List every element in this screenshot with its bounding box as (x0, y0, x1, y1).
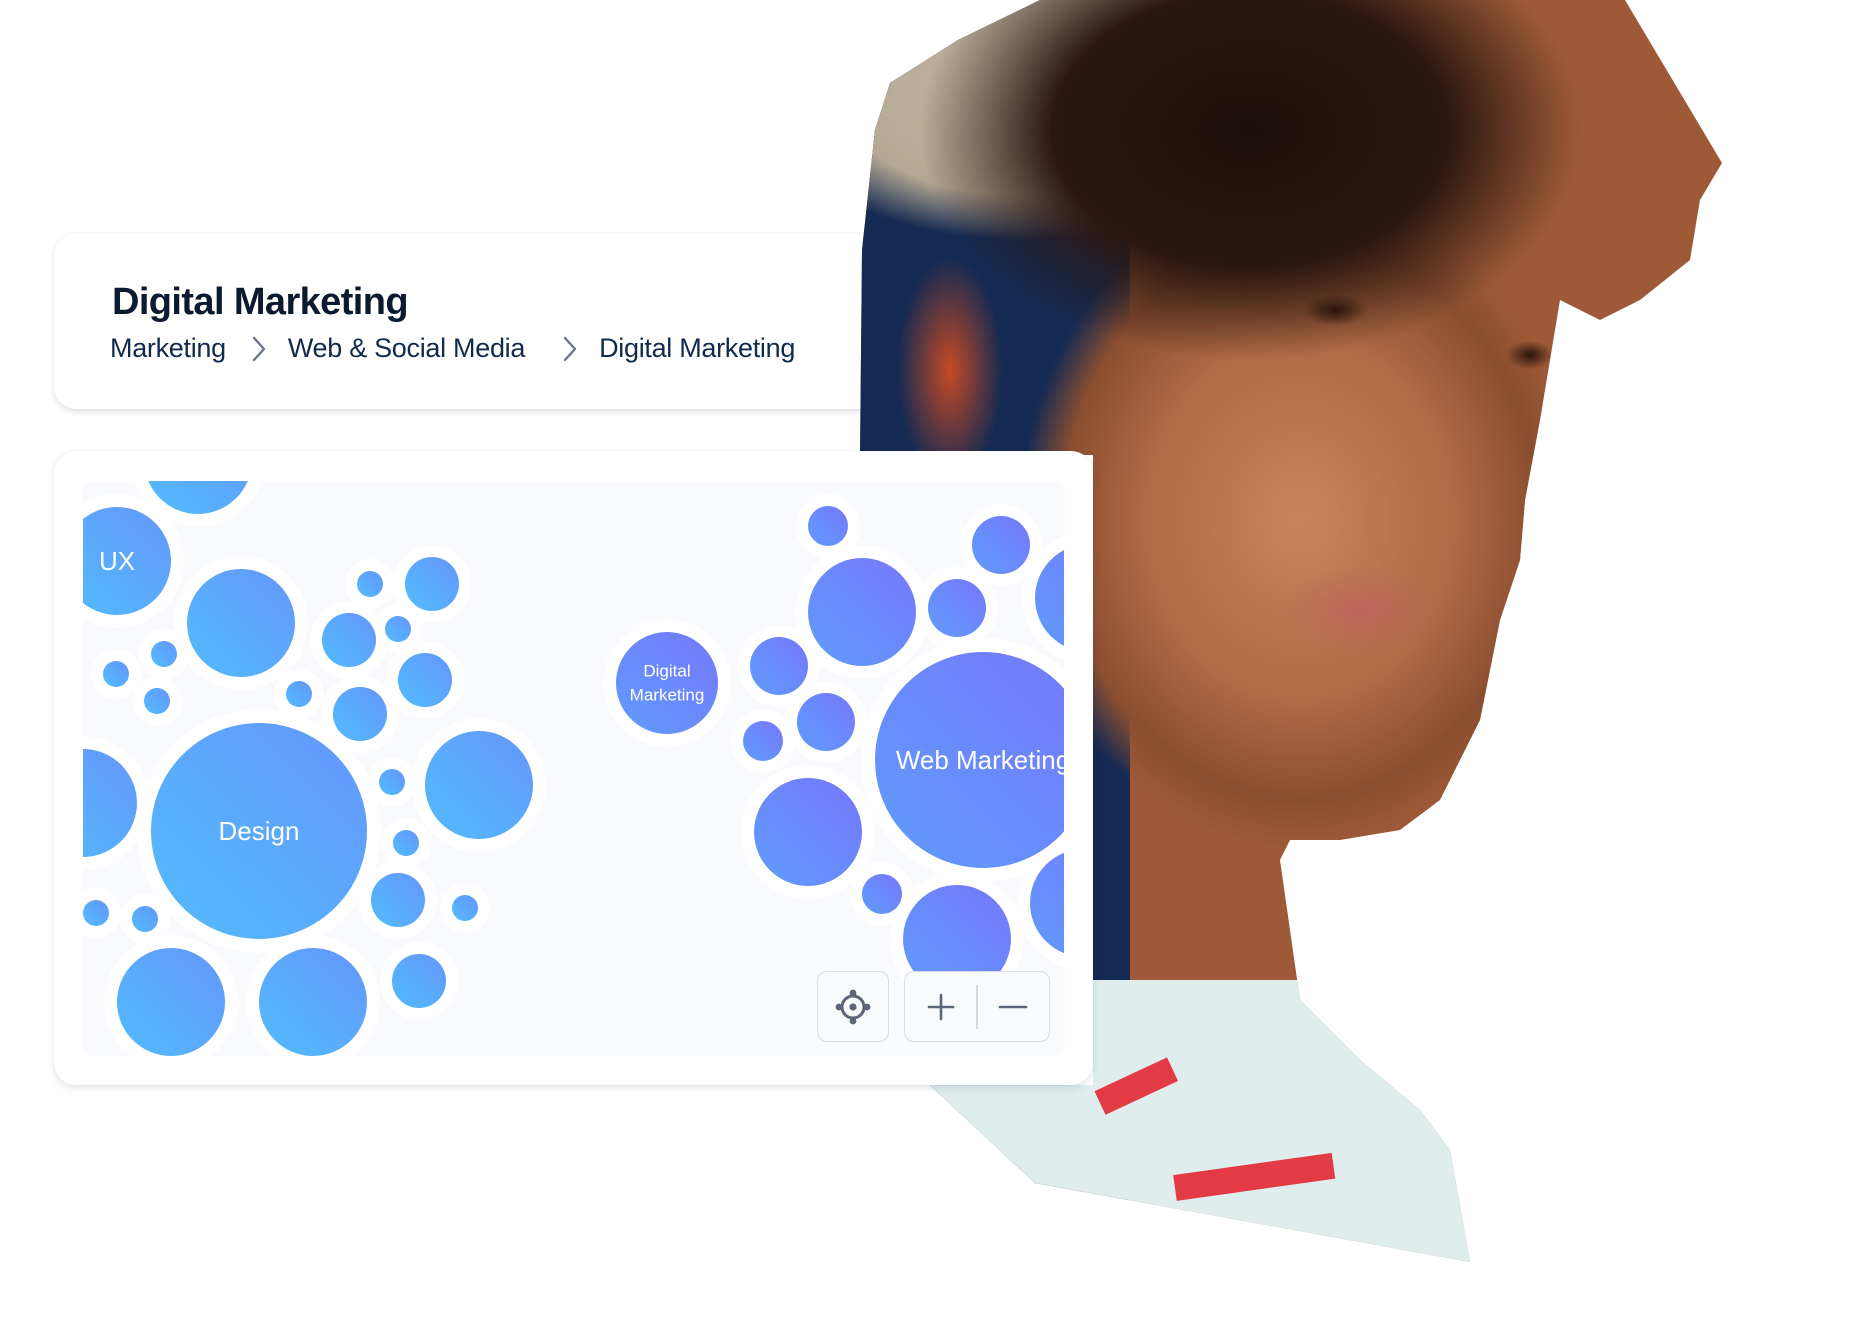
page-title: Digital Marketing (112, 281, 409, 323)
title-card: Digital Marketing Marketing Web & Social… (54, 233, 954, 409)
shirt-stripe (1094, 1057, 1178, 1115)
breadcrumb-item-web-social-media[interactable]: Web & Social Media (288, 333, 526, 364)
bubble-map[interactable]: Design UX Web Marketing Digital Marketing (83, 481, 1064, 1056)
zoom-control-group (904, 971, 1050, 1042)
breadcrumb-item-marketing[interactable]: Marketing (110, 333, 226, 364)
bubble-fill[interactable] (322, 613, 376, 667)
shirt-stripe (1173, 1152, 1336, 1201)
bubble-fill[interactable] (371, 873, 425, 927)
bubble-fill[interactable] (616, 632, 718, 734)
bubble-fill[interactable] (452, 895, 478, 921)
minus-icon (999, 1005, 1028, 1008)
bubble-fill[interactable] (393, 830, 419, 856)
bubble-fill[interactable] (797, 693, 855, 751)
bubble-fill[interactable] (398, 653, 452, 707)
bubble-fill[interactable] (117, 948, 225, 1056)
bubble-fill[interactable] (392, 954, 446, 1008)
bubble-fill[interactable] (425, 731, 533, 839)
zoom-out-button[interactable] (978, 972, 1049, 1041)
chevron-right-icon (559, 334, 581, 364)
zoom-in-button[interactable] (905, 972, 976, 1041)
bubble-fill[interactable] (259, 948, 367, 1056)
bubble-fill[interactable] (862, 874, 902, 914)
plus-icon (927, 993, 954, 1020)
bubble-fill[interactable] (808, 506, 848, 546)
bubble-fill[interactable] (144, 688, 170, 714)
bubble-fill[interactable] (972, 516, 1030, 574)
bubble-fill[interactable] (187, 569, 295, 677)
bubble-fill[interactable] (333, 687, 387, 741)
bubble-fill[interactable] (379, 769, 405, 795)
bubble-fill[interactable] (385, 616, 411, 642)
bubble-fill[interactable] (808, 558, 916, 666)
bubble-fill[interactable] (83, 900, 109, 926)
bubble-fill[interactable] (103, 661, 129, 687)
recenter-button[interactable] (817, 971, 889, 1042)
bubble-fill[interactable] (405, 557, 459, 611)
bubble-fill[interactable] (151, 723, 367, 939)
breadcrumb: Marketing Web & Social Media Digital Mar… (110, 333, 795, 364)
bubble-fill[interactable] (132, 906, 158, 932)
bubble-map-canvas[interactable]: DesignUXWeb MarketingDigitalMarketing (83, 481, 1064, 1056)
bubble-fill[interactable] (151, 641, 177, 667)
bubble-fill[interactable] (286, 681, 312, 707)
crosshair-icon (835, 989, 871, 1024)
bubble-fill[interactable] (750, 637, 808, 695)
bubble-fill[interactable] (743, 721, 783, 761)
breadcrumb-item-digital-marketing[interactable]: Digital Marketing (599, 333, 795, 364)
bubble-fill[interactable] (754, 778, 862, 886)
bubble-fill[interactable] (357, 571, 383, 597)
chevron-right-icon (248, 334, 270, 364)
bubble-fill[interactable] (928, 579, 986, 637)
